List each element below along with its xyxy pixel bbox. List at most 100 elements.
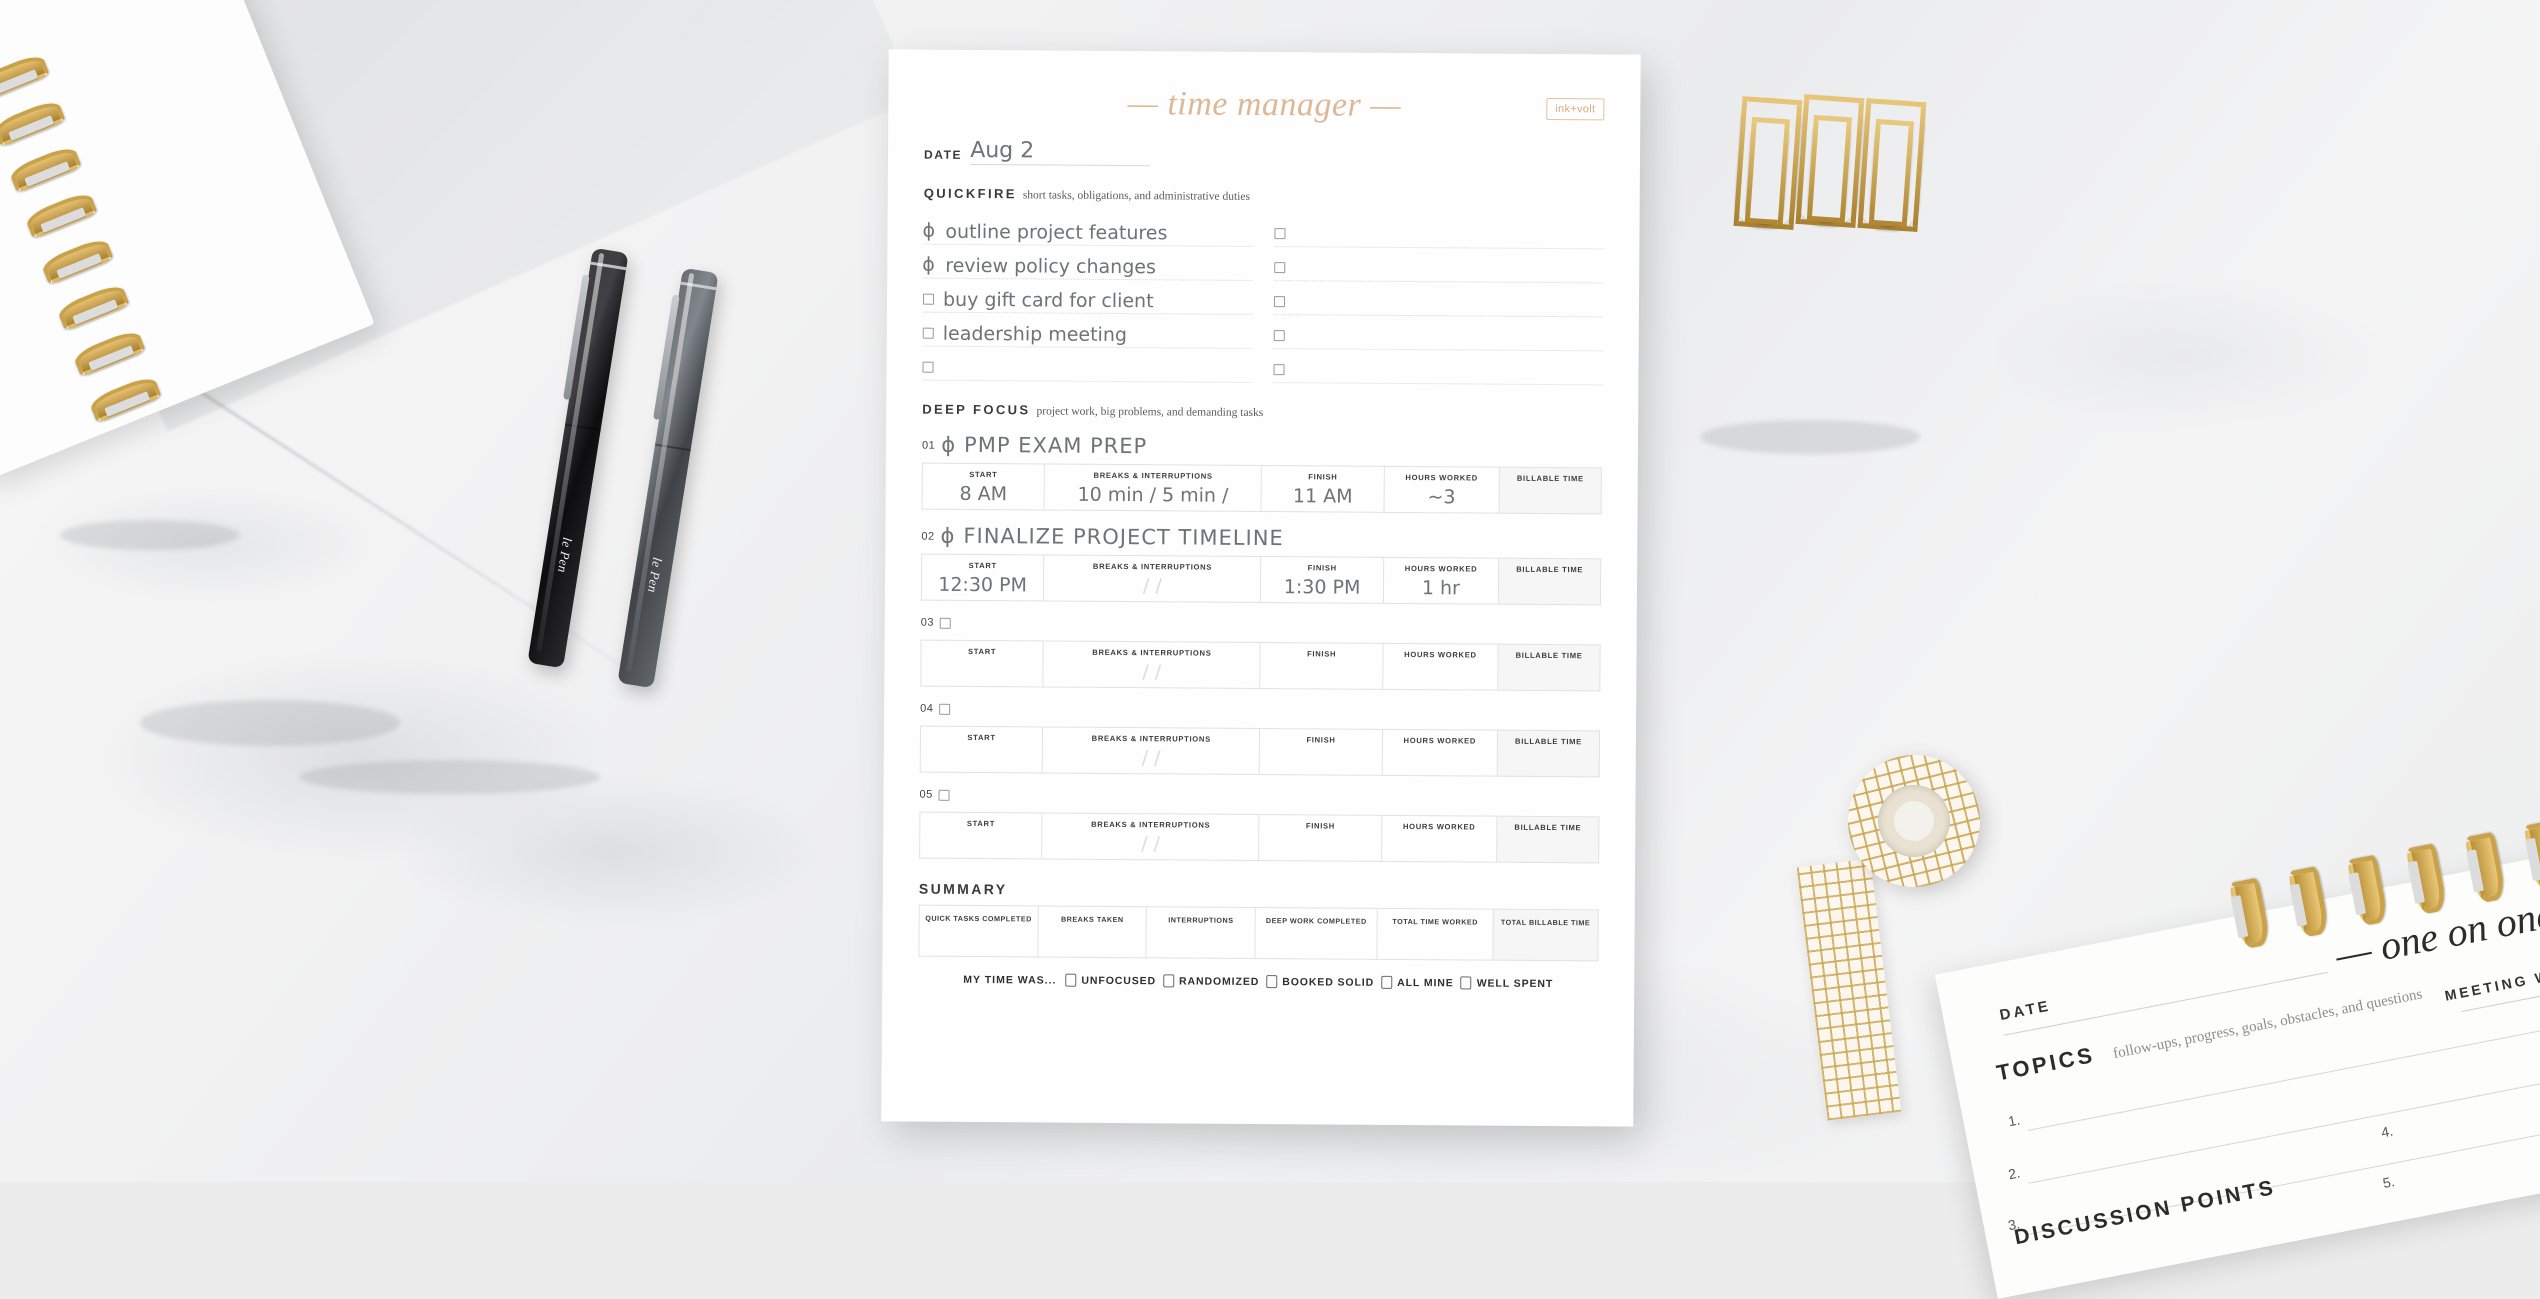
deep-focus-table: START BREAKS & INTERRUPTIONS / / FINISH …	[919, 812, 1599, 864]
cell-finish[interactable]: FINISH 11 AM	[1262, 466, 1385, 513]
checkbox-icon[interactable]	[1381, 976, 1392, 989]
paper-clip	[1858, 98, 1925, 230]
checkbox-icon[interactable]	[1274, 228, 1285, 239]
quickfire-item-label: buy gift card for client	[943, 291, 1154, 313]
checkbox-icon[interactable]	[922, 362, 933, 373]
cell-start[interactable]: START	[920, 812, 1043, 859]
value-start	[921, 656, 1042, 687]
cell-start[interactable]: START 12:30 PM	[921, 554, 1044, 601]
cell-hours[interactable]: HOURS WORKED ~3	[1384, 466, 1500, 513]
cell-billable[interactable]: BILLABLE TIME	[1497, 816, 1599, 863]
checkbox-icon[interactable]	[923, 294, 934, 305]
cell-start[interactable]: START	[920, 726, 1043, 773]
cell-billable[interactable]: BILLABLE TIME	[1497, 730, 1599, 777]
checkbox-icon[interactable]	[940, 618, 951, 629]
checkbox-icon[interactable]	[923, 328, 934, 339]
cell-hours[interactable]: HOURS WORKED 1 hr	[1383, 557, 1499, 604]
summary-cell-total-billable[interactable]: TOTAL BILLABLE TIME	[1493, 909, 1599, 961]
checkbox-checked-icon[interactable]: ɸ	[941, 433, 956, 457]
cell-finish[interactable]: FINISH	[1260, 728, 1383, 775]
column-header-start: START	[922, 555, 1043, 571]
summary-cell-total-time[interactable]: TOTAL TIME WORKED	[1377, 908, 1493, 960]
summary-cell-breaks-taken[interactable]: BREAKS TAKEN	[1038, 906, 1147, 958]
summary-header-interruptions: INTERRUPTIONS	[1148, 908, 1254, 925]
table-row: QUICK TASKS COMPLETED BREAKS TAKEN INTER…	[919, 905, 1598, 961]
column-header-breaks: BREAKS & INTERRUPTIONS	[1044, 641, 1260, 658]
quickfire-item[interactable]	[1273, 349, 1602, 385]
deep-focus-task-header: 03	[921, 617, 1601, 638]
checkbox-icon[interactable]	[1274, 296, 1285, 307]
deep-focus-task-title[interactable]: ɸFINALIZE PROJECT TIMELINE	[941, 526, 1284, 549]
quickfire-item[interactable]	[1274, 247, 1603, 283]
quickfire-item[interactable]	[922, 347, 1251, 383]
cell-breaks[interactable]: BREAKS & INTERRUPTIONS / /	[1044, 555, 1262, 603]
checkbox-icon[interactable]	[1266, 975, 1277, 988]
checkbox-checked-icon[interactable]	[923, 261, 936, 274]
summary-cell-quick-tasks[interactable]: QUICK TASKS COMPLETED	[919, 905, 1038, 957]
value-start: 8 AM	[923, 479, 1044, 510]
mood-option-unfocused[interactable]: UNFOCUSED	[1065, 974, 1156, 988]
value-billable	[1498, 746, 1599, 777]
cell-breaks[interactable]: BREAKS & INTERRUPTIONS / /	[1042, 727, 1260, 775]
value-hours: 1 hr	[1384, 573, 1499, 604]
quickfire-heading: QUICKFIRE	[924, 186, 1017, 202]
column-header-hours: HOURS WORKED	[1383, 730, 1498, 746]
value-breaks: / /	[1044, 570, 1260, 602]
summary-header-breaks-taken: BREAKS TAKEN	[1039, 907, 1145, 924]
checkbox-icon[interactable]	[1274, 330, 1285, 341]
cell-finish[interactable]: FINISH	[1259, 814, 1382, 861]
summary-cell-deep-work[interactable]: DEEP WORK COMPLETED	[1255, 907, 1378, 959]
cell-billable[interactable]: BILLABLE TIME	[1498, 644, 1600, 691]
deep-focus-task-label: PMP EXAM PREP	[964, 433, 1147, 458]
column-header-breaks: BREAKS & INTERRUPTIONS	[1043, 727, 1259, 744]
quickfire-item[interactable]: outline project features	[923, 211, 1252, 247]
column-header-hours: HOURS WORKED	[1383, 644, 1498, 660]
checkbox-icon[interactable]	[1461, 976, 1472, 989]
summary-header-quick-tasks: QUICK TASKS COMPLETED	[921, 907, 1037, 924]
cell-hours[interactable]: HOURS WORKED	[1382, 643, 1498, 690]
cell-billable[interactable]: BILLABLE TIME	[1499, 558, 1601, 605]
cell-breaks[interactable]: BREAKS & INTERRUPTIONS / /	[1043, 641, 1261, 689]
cell-breaks[interactable]: BREAKS & INTERRUPTIONS / /	[1042, 813, 1260, 861]
quickfire-item[interactable]: buy gift card for client	[923, 279, 1252, 315]
cell-finish[interactable]: FINISH	[1260, 642, 1383, 689]
cell-start[interactable]: START	[921, 640, 1044, 687]
column-header-finish: FINISH	[1260, 815, 1381, 831]
quickfire-item[interactable]: leadership meeting	[923, 313, 1252, 349]
column-header-hours: HOURS WORKED	[1382, 816, 1497, 832]
checkbox-checked-icon[interactable]	[923, 227, 936, 240]
checkbox-icon[interactable]	[1065, 974, 1076, 987]
cell-breaks[interactable]: BREAKS & INTERRUPTIONS 10 min / 5 min /	[1044, 464, 1262, 512]
column-header-breaks: BREAKS & INTERRUPTIONS	[1044, 555, 1260, 572]
checkbox-icon[interactable]	[939, 704, 950, 715]
quickfire-item[interactable]	[1274, 281, 1603, 317]
quickfire-section-header: QUICKFIREshort tasks, obligations, and a…	[924, 185, 1604, 208]
column-header-finish: FINISH	[1260, 729, 1381, 745]
mood-option-well-spent[interactable]: WELL SPENT	[1461, 976, 1554, 990]
deep-focus-task-title[interactable]: ɸ PMP EXAM PREP	[941, 435, 1147, 457]
quickfire-item[interactable]	[1274, 213, 1603, 249]
mood-option-randomized[interactable]: RANDOMIZED	[1163, 974, 1259, 988]
checkbox-icon[interactable]	[939, 790, 950, 801]
summary-cell-interruptions[interactable]: INTERRUPTIONS	[1146, 907, 1255, 959]
column-header-hours: HOURS WORKED	[1384, 467, 1499, 483]
checkbox-checked-icon[interactable]: ɸ	[941, 524, 956, 548]
mood-option-all-mine[interactable]: ALL MINE	[1381, 976, 1454, 990]
checkbox-icon[interactable]	[1273, 364, 1284, 375]
quickfire-item[interactable]: review policy changes	[923, 245, 1252, 281]
ink-volt-logo: ink+volt	[1546, 98, 1604, 120]
date-input[interactable]: Aug 2	[970, 138, 1150, 166]
checkbox-icon[interactable]	[1163, 974, 1174, 987]
table-row: START BREAKS & INTERRUPTIONS / / FINISH …	[921, 640, 1600, 691]
cell-start[interactable]: START 8 AM	[922, 463, 1045, 510]
cell-hours[interactable]: HOURS WORKED	[1382, 729, 1498, 776]
quickfire-item[interactable]	[1274, 315, 1603, 351]
cell-hours[interactable]: HOURS WORKED	[1381, 815, 1497, 862]
checkbox-icon[interactable]	[1274, 262, 1285, 273]
paper-clip	[1796, 94, 1863, 226]
cell-finish[interactable]: FINISH 1:30 PM	[1261, 557, 1384, 604]
mood-option-booked-solid[interactable]: BOOKED SOLID	[1266, 975, 1374, 989]
value-billable	[1500, 483, 1601, 514]
mood-option-label: ALL MINE	[1397, 976, 1454, 988]
cell-billable[interactable]: BILLABLE TIME	[1499, 467, 1601, 514]
